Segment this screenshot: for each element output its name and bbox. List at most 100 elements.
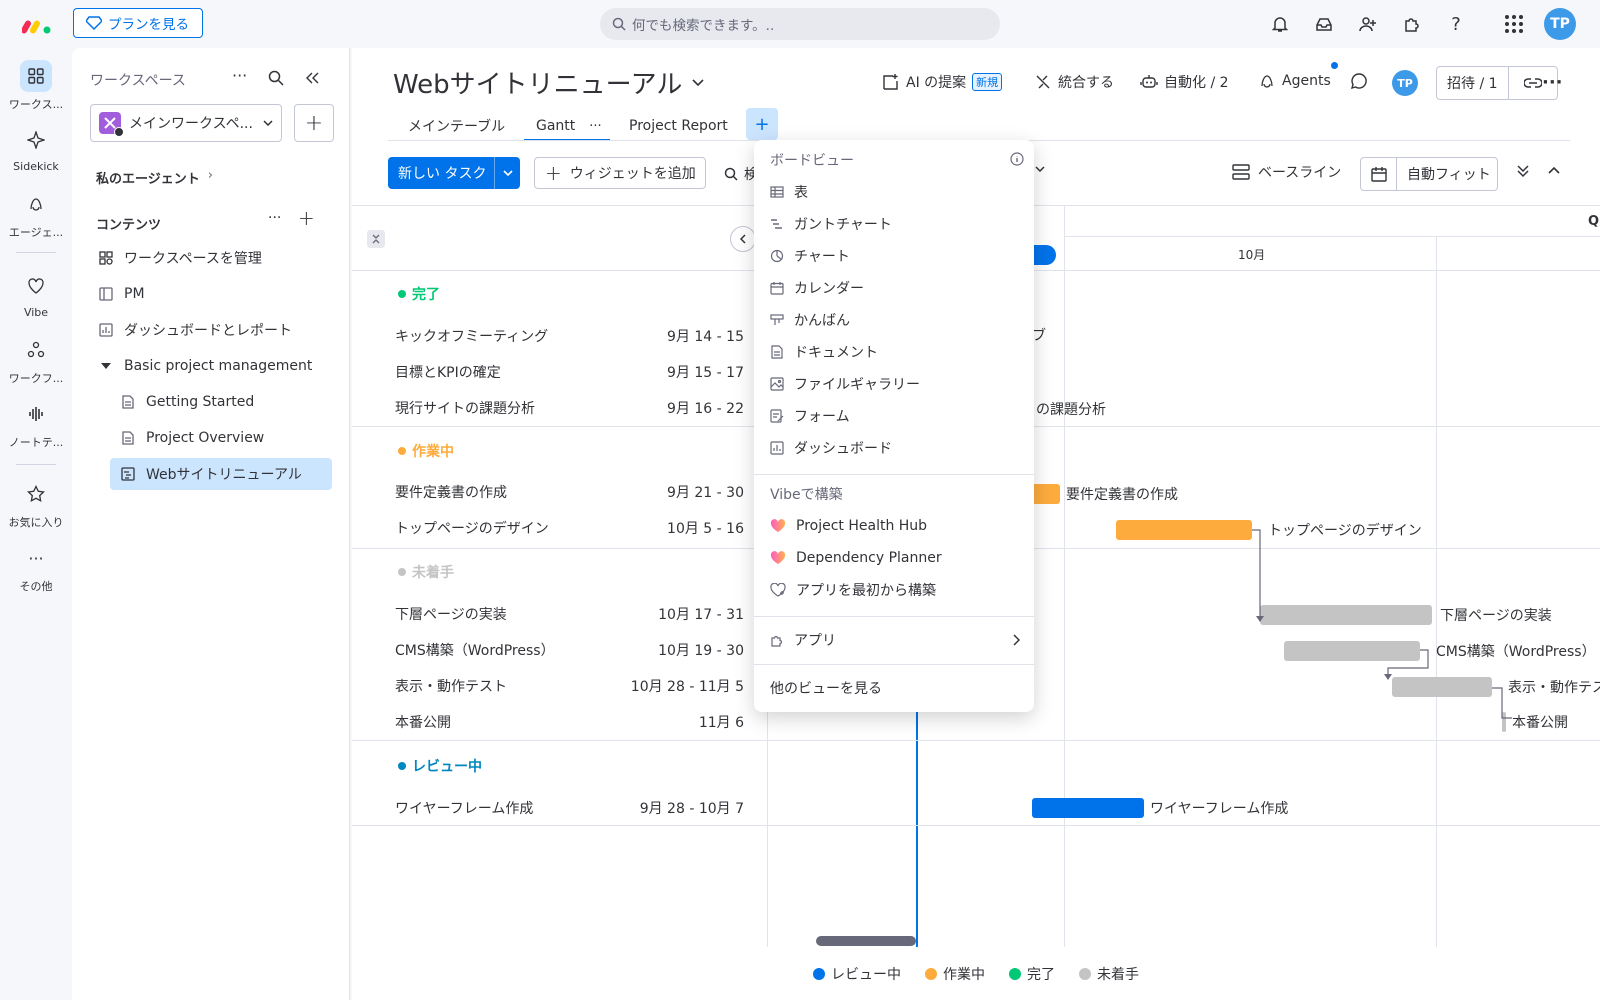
integrate-button[interactable]: 統合する (1034, 72, 1114, 92)
rail-item-favorites[interactable]: お気に入り (0, 478, 72, 530)
task-name[interactable]: 本番公開 (395, 712, 451, 732)
group-title-working[interactable]: 作業中 (398, 441, 454, 461)
chevron-down-icon[interactable] (1035, 166, 1045, 172)
notetaker-icon (20, 398, 52, 430)
global-search-input[interactable]: 何でも検索できます。.. (600, 8, 1000, 40)
add-widget-button[interactable]: + ウィジェットを追加 (534, 157, 706, 189)
sidebar-item-project-overview[interactable]: Project Overview (72, 422, 350, 454)
board-menu-icon[interactable]: ··· (1542, 72, 1563, 93)
tab-gantt[interactable]: Gantt ··· (536, 110, 602, 142)
sidebar-options-icon[interactable]: ··· (232, 66, 247, 85)
board-member-avatar[interactable]: TP (1392, 70, 1418, 96)
inbox-icon[interactable] (1312, 12, 1336, 36)
horizontal-scrollbar[interactable] (816, 936, 916, 946)
see-more-views[interactable]: 他のビューを見る (770, 673, 882, 703)
rail-divider (16, 252, 56, 253)
view-option-dashboard[interactable]: ダッシュボード (770, 433, 892, 463)
legend-dot (1009, 968, 1021, 980)
sidebar-search-icon[interactable] (268, 70, 284, 86)
add-item-button[interactable]: + (294, 104, 334, 142)
build-app-from-scratch[interactable]: アプリを最初から構築 (770, 575, 936, 605)
workspace-selector[interactable]: メインワークスペ... (90, 104, 282, 142)
scroll-left-button[interactable] (730, 226, 756, 252)
board-search-button[interactable]: 検 (724, 164, 758, 184)
add-content-icon[interactable]: + (298, 206, 315, 230)
view-option-file-gallery[interactable]: ファイルギャラリー (770, 369, 920, 399)
my-agents-link[interactable]: 私のエージェント › (96, 168, 213, 187)
sidebar-item-pm[interactable]: PM (72, 278, 350, 310)
rail-item-sidekick[interactable]: Sidekick (0, 124, 72, 173)
rail-label: ノートテ... (8, 436, 64, 449)
automate-button[interactable]: 自動化 / 2 (1140, 72, 1229, 92)
sidebar-item-getting-started[interactable]: Getting Started (72, 386, 350, 418)
agents-button[interactable]: Agents (1258, 72, 1331, 90)
gantt-bar-working[interactable] (1116, 520, 1252, 540)
collapse-up-icon[interactable] (1548, 166, 1560, 174)
gantt-bar-working[interactable] (1032, 484, 1060, 504)
sidebar-folder-basic-pm[interactable]: Basic project management (72, 350, 350, 382)
task-date: 10月 5 - 16 (667, 521, 744, 537)
invite-members-icon[interactable] (1356, 12, 1380, 36)
legend-label: 未着手 (1097, 967, 1139, 983)
task-name[interactable]: 下層ページの実装 (395, 604, 507, 624)
rail-item-agents[interactable]: エージェ... (0, 188, 72, 240)
my-agents-label: 私のエージェント (96, 172, 200, 187)
sidebar-item-manage-workspace[interactable]: ワークスペースを管理 (72, 242, 350, 274)
apps-puzzle-icon[interactable] (1400, 12, 1424, 36)
see-plans-button[interactable]: プランを見る (73, 8, 203, 38)
vibe-app-project-health-hub[interactable]: Project Health Hub (770, 511, 927, 541)
task-name[interactable]: キックオフミーティング (395, 326, 548, 346)
add-view-button[interactable]: + (746, 108, 778, 140)
tab-options-icon[interactable]: ··· (589, 119, 601, 134)
invite-button[interactable]: 招待 / 1 (1436, 66, 1558, 100)
rail-item-more[interactable]: ··· その他 (0, 542, 72, 594)
task-name[interactable]: 目標とKPIの確定 (395, 362, 501, 382)
view-option-gantt[interactable]: ガントチャート (770, 209, 892, 239)
tab-main-table[interactable]: メインテーブル (408, 110, 505, 142)
view-option-chart[interactable]: チャート (770, 241, 850, 271)
rail-item-notetaker[interactable]: ノートテ... (0, 398, 72, 450)
task-name[interactable]: CMS構築（WordPress） (395, 640, 555, 660)
task-name[interactable]: トップページのデザイン (395, 518, 549, 538)
app-grid-icon[interactable] (1502, 12, 1526, 36)
help-icon[interactable]: ? (1444, 12, 1468, 36)
vibe-app-dependency-planner[interactable]: Dependency Planner (770, 543, 942, 573)
comment-icon[interactable] (1350, 72, 1368, 90)
rail-item-vibe[interactable]: Vibe (0, 270, 72, 319)
task-name[interactable]: 現行サイトの課題分析 (395, 398, 535, 418)
rail-item-workflows[interactable]: ワークフ... (0, 334, 72, 386)
collapse-sidebar-icon[interactable] (304, 70, 320, 86)
new-task-button[interactable]: 新しい タスク (388, 157, 520, 189)
autofit-button[interactable]: 自動フィット (1360, 157, 1498, 191)
apps-submenu[interactable]: アプリ (770, 625, 1020, 655)
ai-suggestions-button[interactable]: AI の提案 新規 (882, 72, 1003, 92)
group-title-not-started[interactable]: 未着手 (398, 562, 454, 582)
view-option-form[interactable]: フォーム (770, 401, 850, 431)
user-avatar[interactable]: TP (1544, 8, 1576, 40)
baseline-button[interactable]: ベースライン (1232, 162, 1341, 182)
chevron-down-icon[interactable] (494, 157, 520, 189)
tab-project-report[interactable]: Project Report (629, 110, 728, 142)
sidebar-item-website-renewal[interactable]: Webサイトリニューアル (110, 458, 332, 490)
gantt-bar-review[interactable] (1032, 798, 1144, 818)
info-icon[interactable] (1010, 152, 1024, 166)
task-name[interactable]: 要件定義書の作成 (395, 482, 507, 502)
gantt-icon (770, 217, 784, 231)
view-option-table[interactable]: 表 (770, 177, 808, 207)
sidebar-item-dashboards[interactable]: ダッシュボードとレポート (72, 314, 350, 346)
content-options-icon[interactable]: ··· (268, 210, 281, 226)
group-title-review[interactable]: レビュー中 (398, 756, 482, 776)
rail-item-workspace[interactable]: ワークス... (0, 60, 72, 112)
task-name[interactable]: ワイヤーフレーム作成 (395, 798, 533, 818)
status-dot (398, 447, 406, 455)
monday-logo[interactable] (22, 12, 52, 36)
view-option-calendar[interactable]: カレンダー (770, 273, 864, 303)
view-option-kanban[interactable]: かんばん (770, 305, 850, 335)
expand-all-icon[interactable] (1516, 164, 1530, 178)
task-name[interactable]: 表示・動作テスト (395, 676, 507, 696)
collapse-groups-icon[interactable] (367, 230, 385, 248)
group-title-done[interactable]: 完了 (398, 284, 440, 304)
bell-icon[interactable] (1268, 12, 1292, 36)
view-option-document[interactable]: ドキュメント (770, 337, 878, 367)
board-title[interactable]: Webサイトリニューアル (393, 64, 704, 101)
